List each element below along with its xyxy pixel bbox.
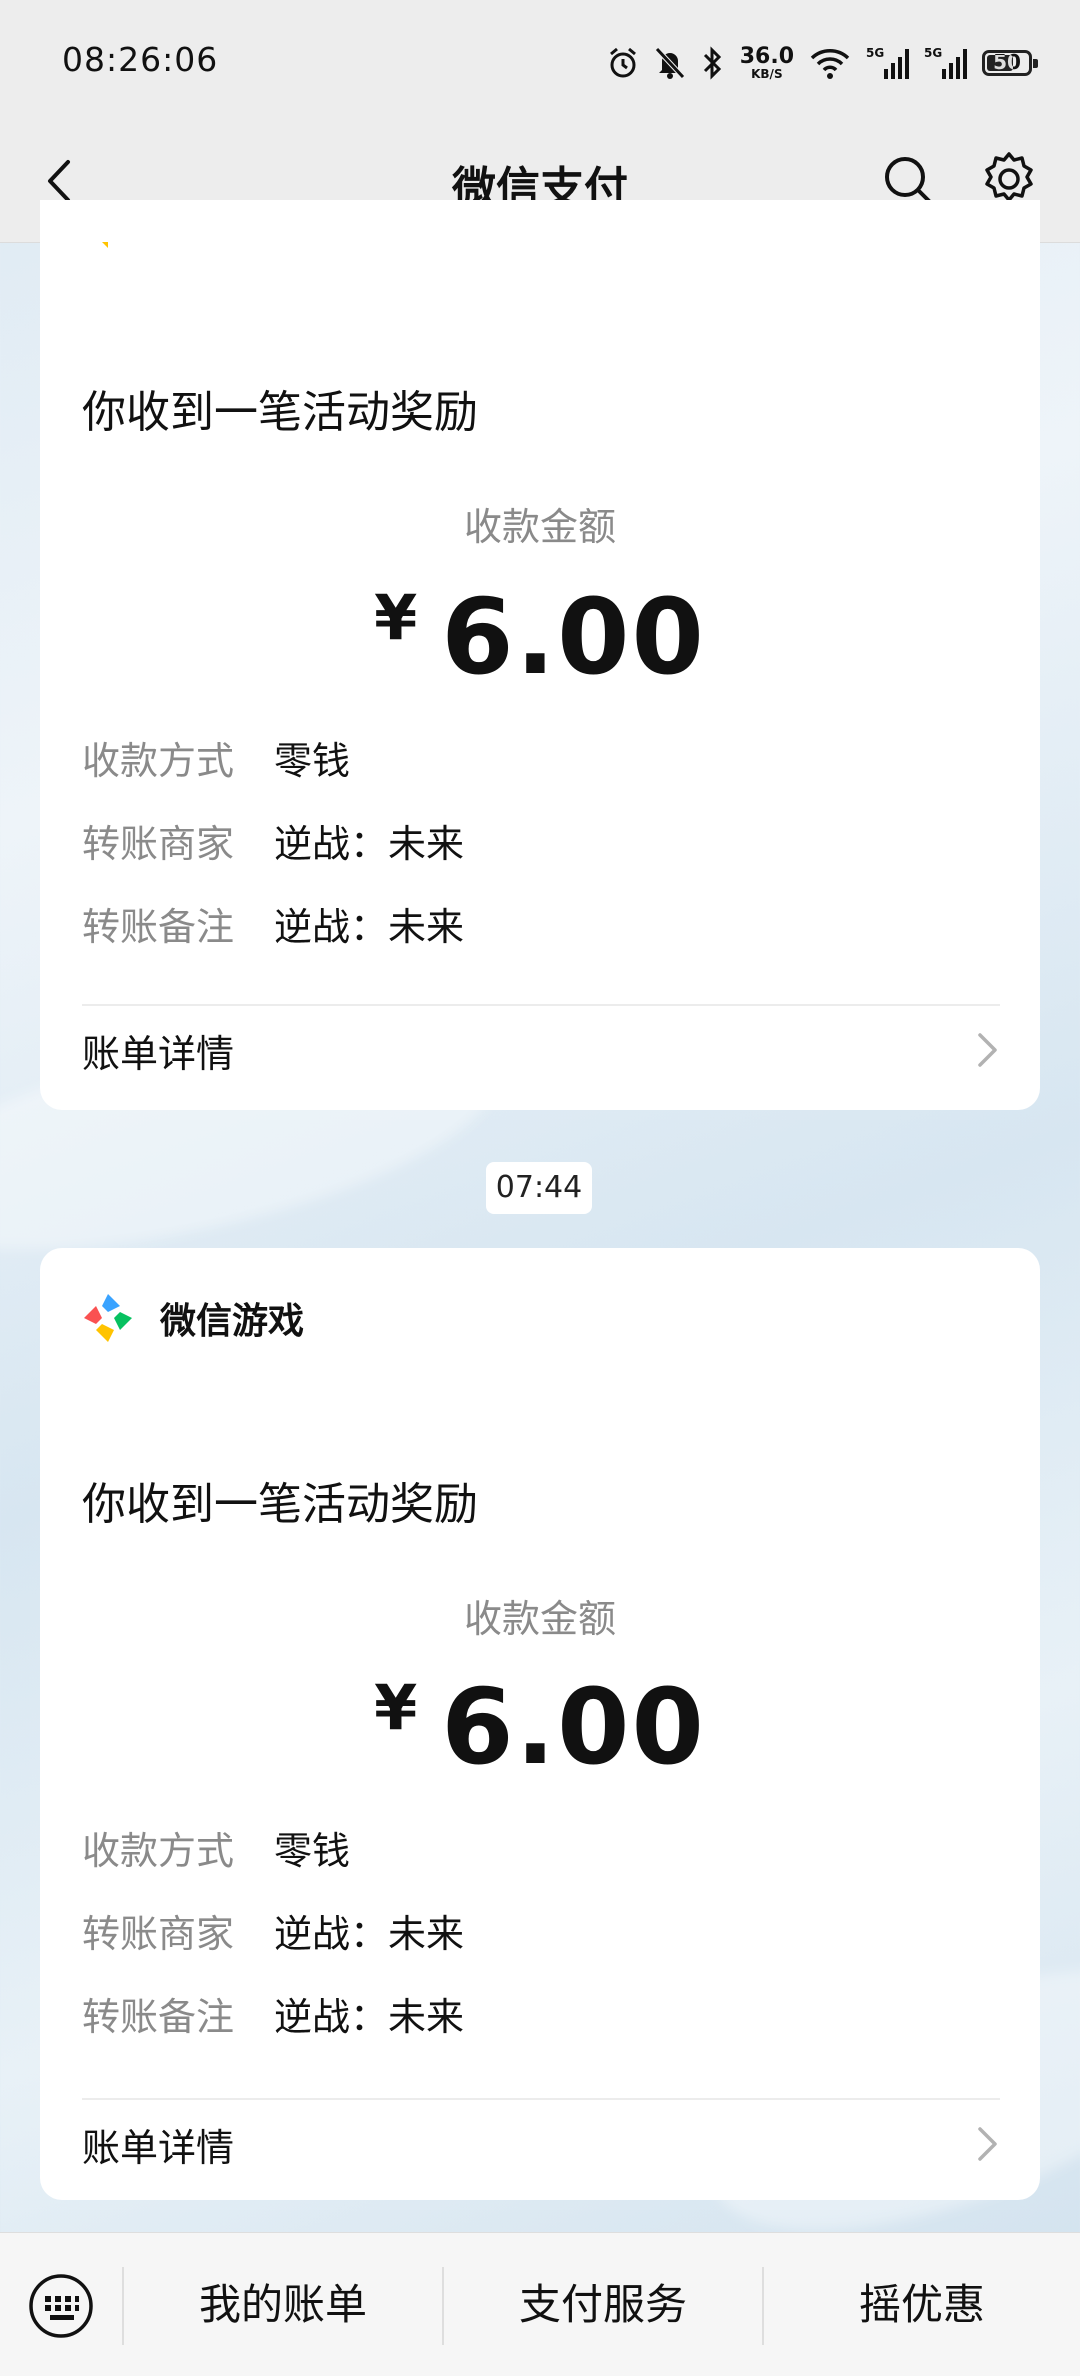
bluetooth-icon — [700, 46, 726, 80]
amount-value: 6.00 — [441, 576, 706, 698]
amount-label: 收款金额 — [463, 505, 616, 549]
app-name: 微信游戏 — [160, 1301, 305, 1342]
bottom-menu-bar: 我的账单 支付服务 摇优惠 — [0, 2232, 1080, 2376]
wifi-icon — [808, 46, 852, 80]
amount-value: 6.00 — [441, 1666, 706, 1788]
info-key: 转账商家 — [82, 1912, 235, 1956]
amount-label: 收款金额 — [463, 1597, 616, 1641]
battery-level: 50 — [993, 50, 1021, 74]
svg-text:5G: 5G — [866, 46, 884, 60]
card-title: 你收到一笔活动奖励 — [82, 387, 478, 438]
card-header: 微信游戏 — [82, 1288, 304, 1348]
info-row: 收款方式 零钱 — [82, 730, 350, 785]
info-row: 转账商家 逆战：未来 — [82, 813, 464, 868]
bill-detail-label: 账单详情 — [82, 1031, 235, 1076]
signal-5g-icon: 5G — [924, 45, 968, 81]
game-logo-icon — [84, 1294, 132, 1342]
info-key: 收款方式 — [82, 1829, 235, 1873]
divider — [82, 1004, 1000, 1006]
bill-detail-label: 账单详情 — [82, 2125, 235, 2170]
partial-header — [82, 242, 342, 250]
bill-detail-link[interactable]: 账单详情 — [82, 2114, 1000, 2174]
signal-5g-icon: 5G — [866, 45, 910, 81]
info-row: 收款方式 零钱 — [82, 1820, 350, 1875]
game-logo-icon — [82, 242, 134, 250]
amount: ¥6.00 — [40, 1666, 1040, 1788]
amount: ¥6.00 — [40, 576, 1040, 698]
mute-bell-icon — [654, 46, 686, 80]
status-icons: 36.0 KB/S 5G 5G 50 — [606, 38, 1038, 88]
bill-detail-link[interactable]: 账单详情 — [82, 1020, 1000, 1080]
battery-icon: 50 — [982, 50, 1038, 76]
info-row: 转账备注 逆战：未来 — [82, 1986, 464, 2041]
network-speed: 36.0 KB/S — [739, 44, 794, 81]
tab-payment-services[interactable]: 支付服务 — [444, 2263, 762, 2347]
timestamp: 07:44 — [486, 1162, 592, 1214]
info-value: 逆战：未来 — [274, 822, 465, 866]
status-bar: 08:26:06 36.0 KB/S 5G 5G 50 — [0, 0, 1080, 120]
currency-symbol: ¥ — [374, 1671, 420, 1744]
info-key: 转账备注 — [82, 1995, 235, 2039]
info-value: 逆战：未来 — [274, 905, 465, 949]
keyboard-icon[interactable] — [28, 2273, 94, 2339]
payment-card[interactable]: 微信游戏 你收到一笔活动奖励 收款金额 ¥6.00 收款方式 零钱 转账商家 逆… — [40, 1248, 1040, 2200]
info-row: 转账商家 逆战：未来 — [82, 1903, 464, 1958]
info-value: 零钱 — [274, 1829, 351, 1873]
svg-text:5G: 5G — [924, 46, 942, 60]
info-value: 零钱 — [274, 739, 351, 783]
tab-shake-offers[interactable]: 摇优惠 — [764, 2263, 1080, 2347]
info-row: 转账备注 逆战：未来 — [82, 896, 464, 951]
info-value: 逆战：未来 — [274, 1995, 465, 2039]
tab-my-bills[interactable]: 我的账单 — [124, 2263, 442, 2347]
info-key: 转账备注 — [82, 905, 235, 949]
info-value: 逆战：未来 — [274, 1912, 465, 1956]
payment-card[interactable]: 你收到一笔活动奖励 收款金额 ¥6.00 收款方式 零钱 转账商家 逆战：未来 … — [40, 200, 1040, 1110]
info-key: 转账商家 — [82, 822, 235, 866]
card-title: 你收到一笔活动奖励 — [82, 1479, 478, 1530]
status-time: 08:26:06 — [62, 40, 219, 79]
alarm-icon — [606, 46, 640, 80]
divider — [82, 2098, 1000, 2100]
chevron-right-icon — [978, 1033, 997, 1067]
currency-symbol: ¥ — [374, 581, 420, 654]
info-key: 收款方式 — [82, 739, 235, 783]
chevron-right-icon — [978, 2127, 997, 2161]
